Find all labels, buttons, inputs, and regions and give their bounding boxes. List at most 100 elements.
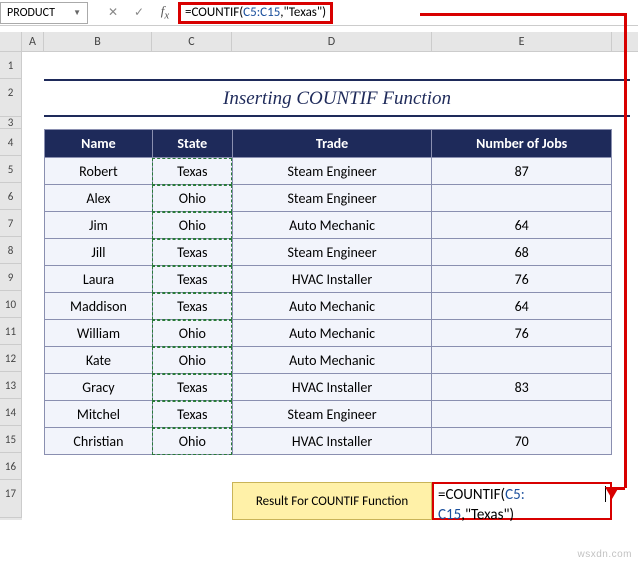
cell-state[interactable]: Ohio [152, 428, 232, 455]
table-header-row: Name State Trade Number of Jobs [45, 130, 612, 158]
cell-jobs[interactable] [432, 401, 612, 428]
cell-trade[interactable]: Auto Mechanic [232, 212, 432, 239]
cell-jobs[interactable]: 76 [432, 320, 612, 347]
row-header[interactable]: 10 [0, 291, 22, 318]
cell-jobs[interactable]: 68 [432, 239, 612, 266]
cell-jobs[interactable]: 76 [432, 266, 612, 293]
formula-bar-highlight: =COUNTIF(C5:C15,"Texas") [178, 2, 333, 24]
cell-jobs[interactable]: 83 [432, 374, 612, 401]
col-header-c[interactable]: C [152, 32, 232, 51]
chevron-down-icon[interactable]: ▼ [73, 8, 81, 18]
table-row: JillTexasSteam Engineer68 [45, 239, 612, 266]
enter-icon[interactable]: ✓ [130, 5, 148, 20]
cell-state[interactable]: Texas [152, 266, 232, 293]
table-row: WilliamOhioAuto Mechanic76 [45, 320, 612, 347]
row-header[interactable]: 6 [0, 183, 22, 210]
row-header[interactable]: 12 [0, 345, 22, 372]
row-header[interactable]: 17 [0, 480, 22, 518]
cell-trade[interactable]: Steam Engineer [232, 158, 432, 185]
formula-editing-text: =COUNTIF(C5:C15,"Texas") [438, 486, 525, 525]
cell-name[interactable]: Mitchel [45, 401, 153, 428]
cell-jobs[interactable]: 87 [432, 158, 612, 185]
cell-name[interactable]: Jim [45, 212, 153, 239]
row-header[interactable]: 7 [0, 210, 22, 237]
cell-name[interactable]: Maddison [45, 293, 153, 320]
cell-state[interactable]: Ohio [152, 212, 232, 239]
cell-trade[interactable]: Auto Mechanic [232, 347, 432, 374]
row-header[interactable]: 1 [0, 52, 22, 79]
grid-body: 1 2 3 4 5 6 7 8 9 10 11 12 13 14 15 16 1… [0, 52, 638, 520]
table-row: LauraTexasHVAC Installer76 [45, 266, 612, 293]
result-label-cell[interactable]: Result For COUNTIF Function [232, 482, 432, 520]
header-jobs[interactable]: Number of Jobs [432, 130, 612, 158]
cell-name[interactable]: Robert [45, 158, 153, 185]
cancel-icon[interactable]: ✕ [104, 5, 122, 20]
table-row: AlexOhioSteam Engineer [45, 185, 612, 212]
row-header[interactable]: 14 [0, 399, 22, 426]
cell-jobs[interactable]: 64 [432, 212, 612, 239]
row-header[interactable]: 9 [0, 264, 22, 291]
cell-trade[interactable]: Auto Mechanic [232, 320, 432, 347]
cell-state[interactable]: Texas [152, 374, 232, 401]
name-box-value: PRODUCT [7, 6, 55, 20]
cell-state[interactable]: Ohio [152, 347, 232, 374]
name-box[interactable]: PRODUCT ▼ [0, 2, 88, 24]
cell-trade[interactable]: Steam Engineer [232, 239, 432, 266]
row-header[interactable]: 13 [0, 372, 22, 399]
cell-trade[interactable]: Steam Engineer [232, 401, 432, 428]
col-header-a[interactable]: A [22, 32, 44, 51]
cell-jobs[interactable]: 64 [432, 293, 612, 320]
col-header-e[interactable]: E [432, 32, 612, 51]
sheet-area[interactable]: Inserting COUNTIF Function Name State Tr… [22, 52, 638, 520]
annotation-arrow-horizontal [420, 13, 625, 16]
header-trade[interactable]: Trade [232, 130, 432, 158]
cell-name[interactable]: Christian [45, 428, 153, 455]
cell-state[interactable]: Ohio [152, 320, 232, 347]
formula-bar-input[interactable]: =COUNTIF(C5:C15,"Texas") [185, 5, 326, 20]
fx-icon[interactable]: fx [156, 3, 174, 22]
cell-state[interactable]: Ohio [152, 185, 232, 212]
row-header[interactable]: 8 [0, 237, 22, 264]
column-headers: A B C D E [0, 32, 638, 52]
cell-trade[interactable]: HVAC Installer [232, 428, 432, 455]
row-header[interactable]: 2 [0, 79, 22, 117]
cell-state[interactable]: Texas [152, 401, 232, 428]
cell-trade[interactable]: HVAC Installer [232, 266, 432, 293]
cell-name[interactable]: Laura [45, 266, 153, 293]
formula-range: C5:C15 [243, 5, 280, 20]
cell-jobs[interactable]: 70 [432, 428, 612, 455]
select-all-corner[interactable] [0, 32, 22, 51]
table-row: ChristianOhioHVAC Installer70 [45, 428, 612, 455]
row-header[interactable]: 5 [0, 156, 22, 183]
cell-trade[interactable]: Steam Engineer [232, 185, 432, 212]
table-row: KateOhioAuto Mechanic [45, 347, 612, 374]
cell-trade[interactable]: Auto Mechanic [232, 293, 432, 320]
formula-prefix: =COUNTIF( [185, 5, 243, 20]
col-header-b[interactable]: B [44, 32, 152, 51]
row-header[interactable]: 4 [0, 129, 22, 156]
cell-jobs[interactable] [432, 185, 612, 212]
table-row: GracyTexasHVAC Installer83 [45, 374, 612, 401]
active-cell-e17[interactable]: =COUNTIF(C5:C15,"Texas") [432, 482, 612, 520]
cell-state[interactable]: Texas [152, 158, 232, 185]
cell-state[interactable]: Texas [152, 239, 232, 266]
row-header[interactable]: 16 [0, 453, 22, 480]
header-name[interactable]: Name [45, 130, 153, 158]
cell-state[interactable]: Texas [152, 293, 232, 320]
row-header[interactable]: 11 [0, 318, 22, 345]
table-row: MitchelTexasSteam Engineer [45, 401, 612, 428]
cell-jobs[interactable] [432, 347, 612, 374]
col-header-d[interactable]: D [232, 32, 432, 51]
cell-name[interactable]: Kate [45, 347, 153, 374]
cell-name[interactable]: Gracy [45, 374, 153, 401]
annotation-arrowhead-icon [605, 487, 619, 499]
cell-name[interactable]: William [45, 320, 153, 347]
header-state[interactable]: State [152, 130, 232, 158]
cell-name[interactable]: Alex [45, 185, 153, 212]
row-header[interactable]: 15 [0, 426, 22, 453]
page-title: Inserting COUNTIF Function [44, 79, 630, 117]
cell-trade[interactable]: HVAC Installer [232, 374, 432, 401]
row-headers: 1 2 3 4 5 6 7 8 9 10 11 12 13 14 15 16 1… [0, 52, 22, 520]
row-header[interactable]: 3 [0, 117, 22, 129]
cell-name[interactable]: Jill [45, 239, 153, 266]
